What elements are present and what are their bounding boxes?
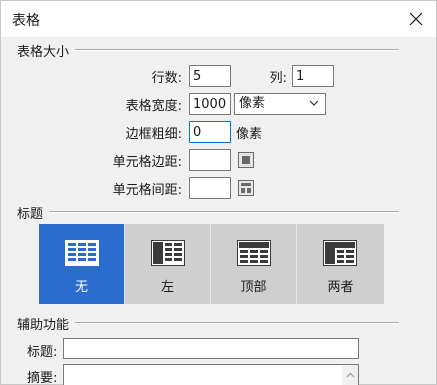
- header-option-left[interactable]: 左: [125, 224, 211, 304]
- header-option-none-label: 无: [74, 280, 88, 295]
- cell-padding-icon: [238, 152, 254, 168]
- close-icon: [409, 12, 423, 26]
- rows-input[interactable]: [189, 65, 231, 87]
- width-unit-selected-value: 像素: [239, 96, 266, 111]
- header-option-none[interactable]: 无: [39, 224, 125, 304]
- title-bar: 表格: [1, 1, 436, 37]
- chevron-up-icon: [346, 372, 354, 378]
- border-thickness-input[interactable]: [189, 121, 231, 143]
- cell-padding-label: 单元格边距:: [112, 155, 182, 170]
- caption-label: 标题:: [27, 345, 58, 360]
- header-option-left-label: 左: [160, 280, 174, 295]
- table-both-header-icon: [323, 240, 357, 266]
- header-options: 无 左 顶部 两者: [39, 224, 384, 304]
- rows-label: 行数:: [151, 71, 182, 86]
- chevron-down-icon: [309, 100, 319, 106]
- border-thickness-label: 边框粗细:: [125, 127, 182, 142]
- close-button[interactable]: [402, 5, 430, 33]
- table-dialog: 表格 表格大小 行数: 列: 表格宽度: 像素 边框粗细: 像素 单元格边距: …: [0, 0, 437, 385]
- summary-label: 摘要:: [27, 371, 58, 385]
- cell-spacing-input[interactable]: [189, 177, 231, 199]
- header-option-both[interactable]: 两者: [297, 224, 384, 304]
- border-unit-label: 像素: [236, 127, 263, 142]
- table-size-divider: [19, 49, 399, 51]
- caption-input[interactable]: [63, 338, 359, 359]
- header-section-label: 标题: [17, 203, 50, 222]
- table-no-header-icon: [65, 240, 99, 266]
- cell-spacing-label: 单元格间距:: [112, 183, 182, 198]
- width-unit-select[interactable]: 像素: [234, 93, 326, 115]
- table-top-header-icon: [237, 240, 271, 266]
- columns-label: 列:: [269, 71, 287, 86]
- cell-spacing-icon: [238, 180, 254, 196]
- header-divider: [19, 211, 399, 213]
- header-option-both-label: 两者: [327, 280, 354, 295]
- columns-input[interactable]: [292, 65, 334, 87]
- header-option-top[interactable]: 顶部: [211, 224, 297, 304]
- table-width-label: 表格宽度:: [125, 99, 182, 114]
- table-left-header-icon: [151, 240, 185, 266]
- table-size-section-label: 表格大小: [17, 41, 76, 60]
- header-option-top-label: 顶部: [240, 280, 267, 295]
- table-width-input[interactable]: [189, 93, 231, 115]
- summary-scroll-up-button[interactable]: [342, 365, 358, 385]
- summary-textarea[interactable]: [63, 364, 359, 385]
- accessibility-divider: [19, 322, 399, 324]
- cell-padding-input[interactable]: [189, 149, 231, 171]
- dialog-title: 表格: [12, 13, 40, 29]
- accessibility-section-label: 辅助功能: [17, 314, 76, 333]
